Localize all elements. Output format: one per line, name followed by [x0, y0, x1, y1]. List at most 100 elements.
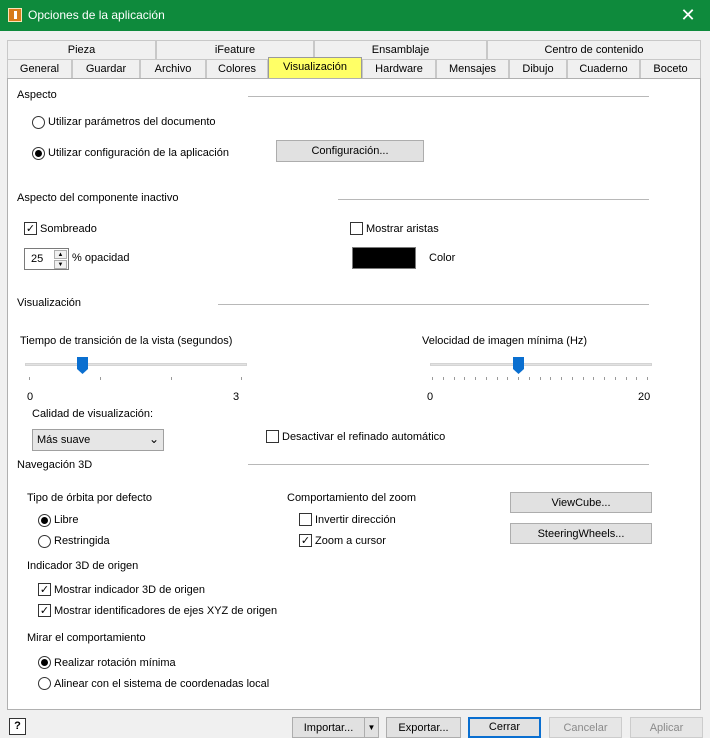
close-window-button[interactable]: ✕	[666, 0, 710, 31]
cancel-button[interactable]: Cancelar	[549, 717, 622, 738]
tab-pieza[interactable]: Pieza	[7, 40, 156, 60]
slider-tick	[432, 377, 433, 380]
radio-orbit-free[interactable]	[38, 514, 51, 527]
slider-tick	[100, 377, 101, 380]
slider-tick	[241, 377, 242, 380]
tab-mensajes[interactable]: Mensajes	[436, 59, 509, 79]
slider-tick	[442, 377, 444, 380]
show-edges-label: Mostrar aristas	[366, 223, 439, 235]
slider-tick	[485, 377, 487, 380]
divider	[338, 199, 649, 200]
divider	[248, 96, 649, 97]
window-title: Opciones de la aplicación	[28, 8, 165, 22]
origin-show-checkbox[interactable]: ✓	[38, 583, 51, 596]
transition-time-label: Tiempo de transición de la vista (segund…	[20, 335, 233, 347]
slider-tick	[518, 377, 519, 380]
viewcube-button[interactable]: ViewCube...	[510, 492, 652, 513]
radio-use-app-config[interactable]	[32, 147, 45, 160]
spin-up-icon[interactable]: ▲	[54, 250, 67, 259]
origin-show-label: Mostrar indicador 3D de origen	[54, 584, 206, 596]
steeringwheels-button[interactable]: SteeringWheels...	[510, 523, 652, 544]
zoom-invert-checkbox[interactable]	[299, 513, 312, 526]
slider-tick	[571, 377, 573, 380]
radio-orbit-constrained[interactable]	[38, 535, 51, 548]
radio-orbit-free-label: Libre	[54, 514, 79, 526]
radio-use-document-params[interactable]	[32, 116, 45, 129]
slider-tick	[29, 377, 30, 380]
origin-heading: Indicador 3D de origen	[27, 560, 139, 572]
slider-tick	[453, 377, 455, 380]
quality-value: Más suave	[37, 434, 91, 446]
transition-slider-thumb[interactable]	[77, 357, 88, 374]
framerate-slider-track[interactable]	[430, 363, 652, 366]
framerate-max-label: 20	[638, 391, 651, 403]
disable-refine-checkbox[interactable]	[266, 430, 279, 443]
help-icon[interactable]: ?	[9, 718, 26, 735]
inactive-color-swatch[interactable]	[352, 247, 416, 269]
tab-colores[interactable]: Colores	[206, 59, 268, 79]
spin-down-icon[interactable]: ▼	[54, 260, 67, 269]
divider	[248, 464, 649, 465]
zoom-cursor-checkbox[interactable]: ✓	[299, 534, 312, 547]
configuracion-button[interactable]: Configuración...	[276, 140, 424, 162]
origin-axes-label: Mostrar identificadores de ejes XYZ de o…	[54, 605, 278, 617]
slider-thumb-icon	[513, 357, 524, 374]
slider-tick	[507, 377, 509, 380]
section-heading-nav3d: Navegación 3D	[17, 459, 93, 471]
transition-slider-track[interactable]	[25, 363, 247, 366]
color-label: Color	[429, 252, 456, 264]
origin-axes-checkbox[interactable]: ✓	[38, 604, 51, 617]
caret-down-icon: ▼	[367, 723, 376, 732]
tab-visualizacion[interactable]: Visualización	[268, 57, 362, 79]
import-dropdown-button[interactable]: ▼	[364, 717, 379, 738]
disable-refine-label: Desactivar el refinado automático	[282, 431, 446, 443]
radio-use-document-params-label: Utilizar parámetros del documento	[48, 116, 216, 128]
radio-look-min-rotation[interactable]	[38, 656, 51, 669]
chevron-down-icon: ⌄	[148, 432, 159, 446]
tab-archivo[interactable]: Archivo	[140, 59, 206, 79]
apply-button[interactable]: Aplicar	[630, 717, 703, 738]
tab-general[interactable]: General	[7, 59, 72, 79]
tab-cuaderno[interactable]: Cuaderno	[567, 59, 640, 79]
tab-guardar[interactable]: Guardar	[72, 59, 140, 79]
radio-look-align-label: Alinear con el sistema de coordenadas lo…	[54, 678, 270, 690]
tab-dibujo[interactable]: Dibujo	[509, 59, 567, 79]
slider-tick	[550, 377, 552, 380]
framerate-slider-thumb[interactable]	[513, 357, 524, 374]
slider-tick	[636, 377, 638, 380]
slider-thumb-icon	[77, 357, 88, 374]
opacity-value: 25	[31, 253, 44, 265]
shaded-checkbox[interactable]: ✓	[24, 222, 37, 235]
slider-tick	[496, 377, 498, 380]
zoom-heading: Comportamiento del zoom	[287, 492, 417, 504]
divider	[218, 304, 649, 305]
close-button[interactable]: Cerrar	[468, 717, 541, 738]
section-heading-inactive: Aspecto del componente inactivo	[17, 192, 179, 204]
tab-boceto[interactable]: Boceto	[640, 59, 701, 79]
slider-tick	[464, 377, 466, 380]
close-icon: ✕	[680, 5, 696, 25]
tab-hardware[interactable]: Hardware	[362, 59, 436, 79]
transition-min-label: 0	[27, 391, 34, 403]
radio-orbit-constrained-label: Restringida	[54, 535, 110, 547]
framerate-label: Velocidad de imagen mínima (Hz)	[422, 335, 588, 347]
quality-dropdown[interactable]: Más suave ⌄	[32, 429, 164, 451]
slider-tick	[604, 377, 605, 380]
export-button[interactable]: Exportar...	[386, 717, 461, 738]
slider-tick	[625, 377, 627, 380]
radio-look-min-rotation-label: Realizar rotación mínima	[54, 657, 176, 669]
transition-max-label: 3	[233, 391, 240, 403]
opacity-label: % opacidad	[72, 252, 130, 264]
section-heading-visualizacion: Visualización	[17, 297, 82, 309]
show-edges-checkbox[interactable]	[350, 222, 363, 235]
radio-look-align[interactable]	[38, 677, 51, 690]
slider-tick	[647, 377, 648, 380]
slider-tick	[561, 377, 562, 380]
slider-tick	[539, 377, 541, 380]
title-bar: Opciones de la aplicación ✕	[0, 0, 710, 31]
inventor-app-icon	[8, 8, 22, 22]
import-button[interactable]: Importar...	[292, 717, 364, 738]
opacity-spinner[interactable]: 25 ▲ ▼	[24, 248, 69, 270]
tab-centro-contenido[interactable]: Centro de contenido	[487, 40, 701, 60]
slider-tick	[582, 377, 584, 380]
